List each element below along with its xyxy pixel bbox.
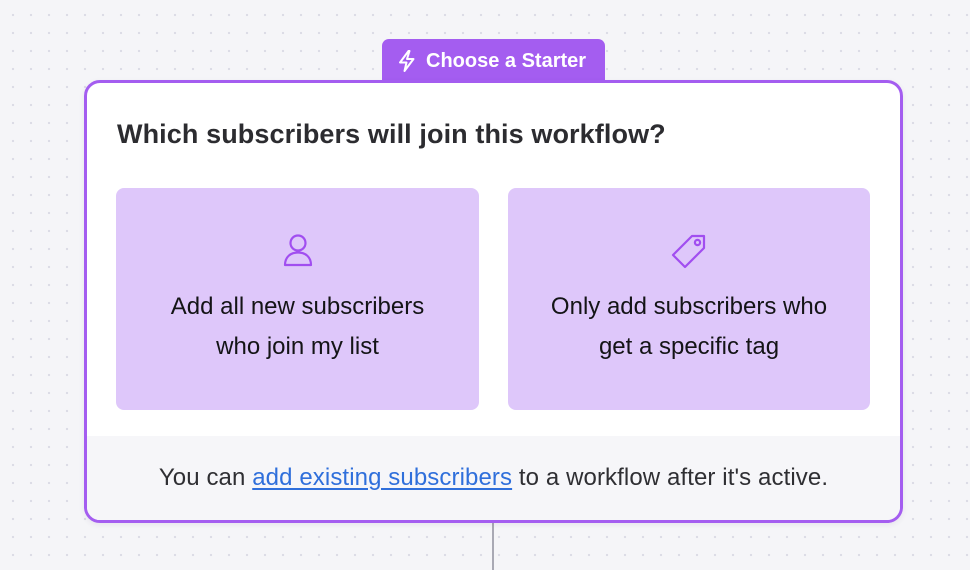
option-label-line: Only add subscribers who (550, 293, 828, 320)
starter-card: Which subscribers will join this workflo… (84, 80, 903, 523)
user-icon (281, 232, 315, 268)
option-all-new-subscribers[interactable]: Add all new subscribers who join my list (116, 188, 479, 410)
workflow-connector-line (492, 522, 494, 570)
tag-icon (667, 232, 711, 274)
card-footer: You can add existing subscribers to a wo… (87, 436, 900, 520)
footer-text-suffix: to a workflow after it's active. (512, 464, 829, 491)
option-label-line: who join my list (216, 333, 379, 360)
footer-text-prefix: You can (158, 464, 253, 491)
option-label: Add all new subscribers who join my list (136, 287, 459, 367)
option-label-line: get a specific tag (598, 333, 780, 360)
choose-starter-tab: Choose a Starter (382, 39, 605, 83)
add-existing-subscribers-link[interactable]: add existing subscribers (252, 464, 512, 491)
starter-tab-label: Choose a Starter (426, 49, 587, 72)
option-label-line: Add all new subscribers (170, 293, 425, 320)
option-specific-tag[interactable]: Only add subscribers who get a specific … (508, 188, 870, 410)
option-label: Only add subscribers who get a specific … (528, 287, 850, 367)
card-title: Which subscribers will join this workflo… (117, 119, 666, 149)
lightning-bolt-icon (396, 49, 418, 73)
